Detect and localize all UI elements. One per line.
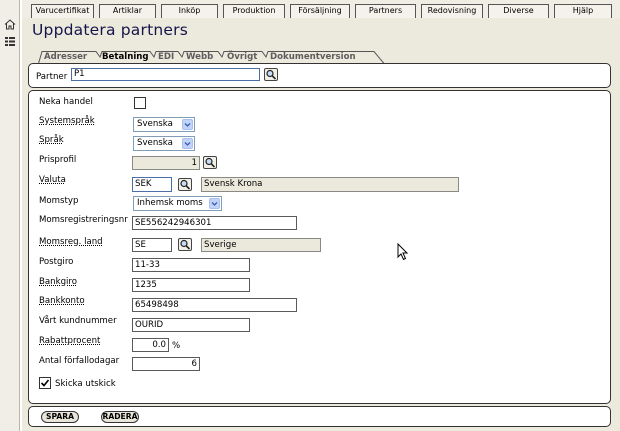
- menu-artiklar[interactable]: Artiklar: [99, 4, 156, 18]
- postgiro-input[interactable]: 11-33: [132, 258, 250, 272]
- check-icon: [40, 379, 50, 387]
- mouse-cursor-icon: [397, 243, 409, 261]
- subtab-dokumentversion[interactable]: Dokumentversion: [270, 52, 356, 63]
- bankkonto-input[interactable]: 65498498: [132, 298, 297, 312]
- kundnummer-label: Vårt kundnummer: [39, 316, 117, 326]
- momsreg-land-name-field: Sverige: [201, 238, 321, 252]
- partner-label: Partner: [36, 72, 68, 82]
- skicka-utskick-checkbox[interactable]: [39, 377, 51, 389]
- momsreg-land-label: Momsreg. land: [39, 237, 103, 247]
- menu-inkop[interactable]: Inköp: [161, 4, 218, 18]
- bankkonto-label: Bankkonto: [39, 296, 85, 306]
- magnifier-icon: [180, 239, 191, 250]
- menu-diverse[interactable]: Diverse: [488, 4, 549, 18]
- magnifier-icon: [205, 157, 216, 168]
- rabattprocent-input[interactable]: 0.0: [132, 338, 169, 352]
- valuta-lookup-button[interactable]: [178, 178, 192, 191]
- subtab-ovrigt[interactable]: Övrigt: [227, 52, 257, 63]
- action-bar: SPARA RADERA: [28, 406, 611, 427]
- systemsprak-value: Svenska: [137, 119, 173, 129]
- magnifier-icon: [266, 69, 277, 80]
- rabattprocent-label: Rabattprocent: [39, 336, 101, 346]
- skicka-utskick-label: Skicka utskick: [55, 379, 116, 389]
- main-panel: Uppdatera partners Adresser Betalning ED…: [22, 18, 620, 431]
- momsreg-land-lookup-button[interactable]: [178, 238, 192, 251]
- partner-lookup-button[interactable]: [264, 68, 278, 81]
- prisprofil-input[interactable]: 1: [132, 156, 200, 170]
- menu-forsaljning[interactable]: Försäljning: [290, 4, 350, 18]
- home-icon[interactable]: [4, 19, 16, 30]
- subtab-betalning[interactable]: Betalning: [102, 52, 149, 63]
- magnifier-icon: [180, 179, 191, 190]
- menu-produktion[interactable]: Produktion: [223, 4, 285, 18]
- momsregistreringsnr-input[interactable]: SE556242946301: [132, 216, 297, 230]
- momstyp-label: Momstyp: [39, 196, 79, 206]
- menu-partners[interactable]: Partners: [355, 4, 416, 18]
- subtab-adresser[interactable]: Adresser: [44, 52, 87, 63]
- forfallodagar-label: Antal förfallodagar: [39, 356, 120, 366]
- momsregistreringsnr-label: Momsregistreringsnr: [39, 215, 128, 225]
- prisprofil-lookup-button[interactable]: [203, 156, 217, 169]
- chevron-down-icon: [209, 198, 220, 209]
- delete-button[interactable]: RADERA: [101, 411, 139, 423]
- valuta-name-field: Svensk Krona: [201, 177, 459, 192]
- valuta-label: Valuta: [39, 175, 66, 185]
- payment-form: Neka handel Systemspråk Svenska Språk Sv…: [28, 90, 611, 404]
- momstyp-select[interactable]: Inhemsk moms: [133, 196, 222, 211]
- save-button[interactable]: SPARA: [41, 411, 79, 423]
- chevron-down-icon: [182, 119, 193, 130]
- bankgiro-label: Bankgiro: [39, 277, 78, 287]
- percent-unit: %: [172, 341, 181, 351]
- neka-handel-label: Neka handel: [39, 97, 93, 107]
- partner-section: Partner P1: [28, 63, 611, 88]
- subtab-webb[interactable]: Webb: [186, 52, 213, 63]
- page-title: Uppdatera partners: [32, 21, 188, 39]
- sprak-select[interactable]: Svenska: [133, 136, 195, 151]
- grid-menu-icon[interactable]: [4, 36, 16, 47]
- menu-hjalp[interactable]: Hjälp: [554, 4, 612, 18]
- systemsprak-label: Systemspråk: [39, 116, 95, 126]
- momstyp-value: Inhemsk moms: [137, 198, 203, 208]
- postgiro-label: Postgiro: [39, 257, 74, 267]
- prisprofil-label: Prisprofil: [39, 155, 77, 165]
- bankgiro-input[interactable]: 1235: [132, 278, 250, 292]
- chevron-down-icon: [182, 138, 193, 149]
- valuta-code-input[interactable]: SEK: [132, 177, 172, 192]
- sprak-value: Svenska: [137, 138, 173, 148]
- forfallodagar-input[interactable]: 6: [132, 357, 200, 371]
- subtab-edi[interactable]: EDI: [158, 52, 174, 63]
- menu-redovisning[interactable]: Redovisning: [421, 4, 483, 18]
- top-menu-bar: Varucertifikat Artiklar Inköp Produktion…: [22, 0, 620, 18]
- sprak-label: Språk: [39, 135, 64, 145]
- systemsprak-select[interactable]: Svenska: [133, 117, 195, 132]
- kundnummer-input[interactable]: OURID: [132, 318, 250, 332]
- menu-varucertifikat[interactable]: Varucertifikat: [31, 4, 94, 18]
- neka-handel-checkbox[interactable]: [134, 97, 146, 109]
- left-toolbar: [0, 0, 20, 431]
- momsreg-land-code-input[interactable]: SE: [132, 238, 172, 252]
- partner-input[interactable]: P1: [71, 68, 260, 81]
